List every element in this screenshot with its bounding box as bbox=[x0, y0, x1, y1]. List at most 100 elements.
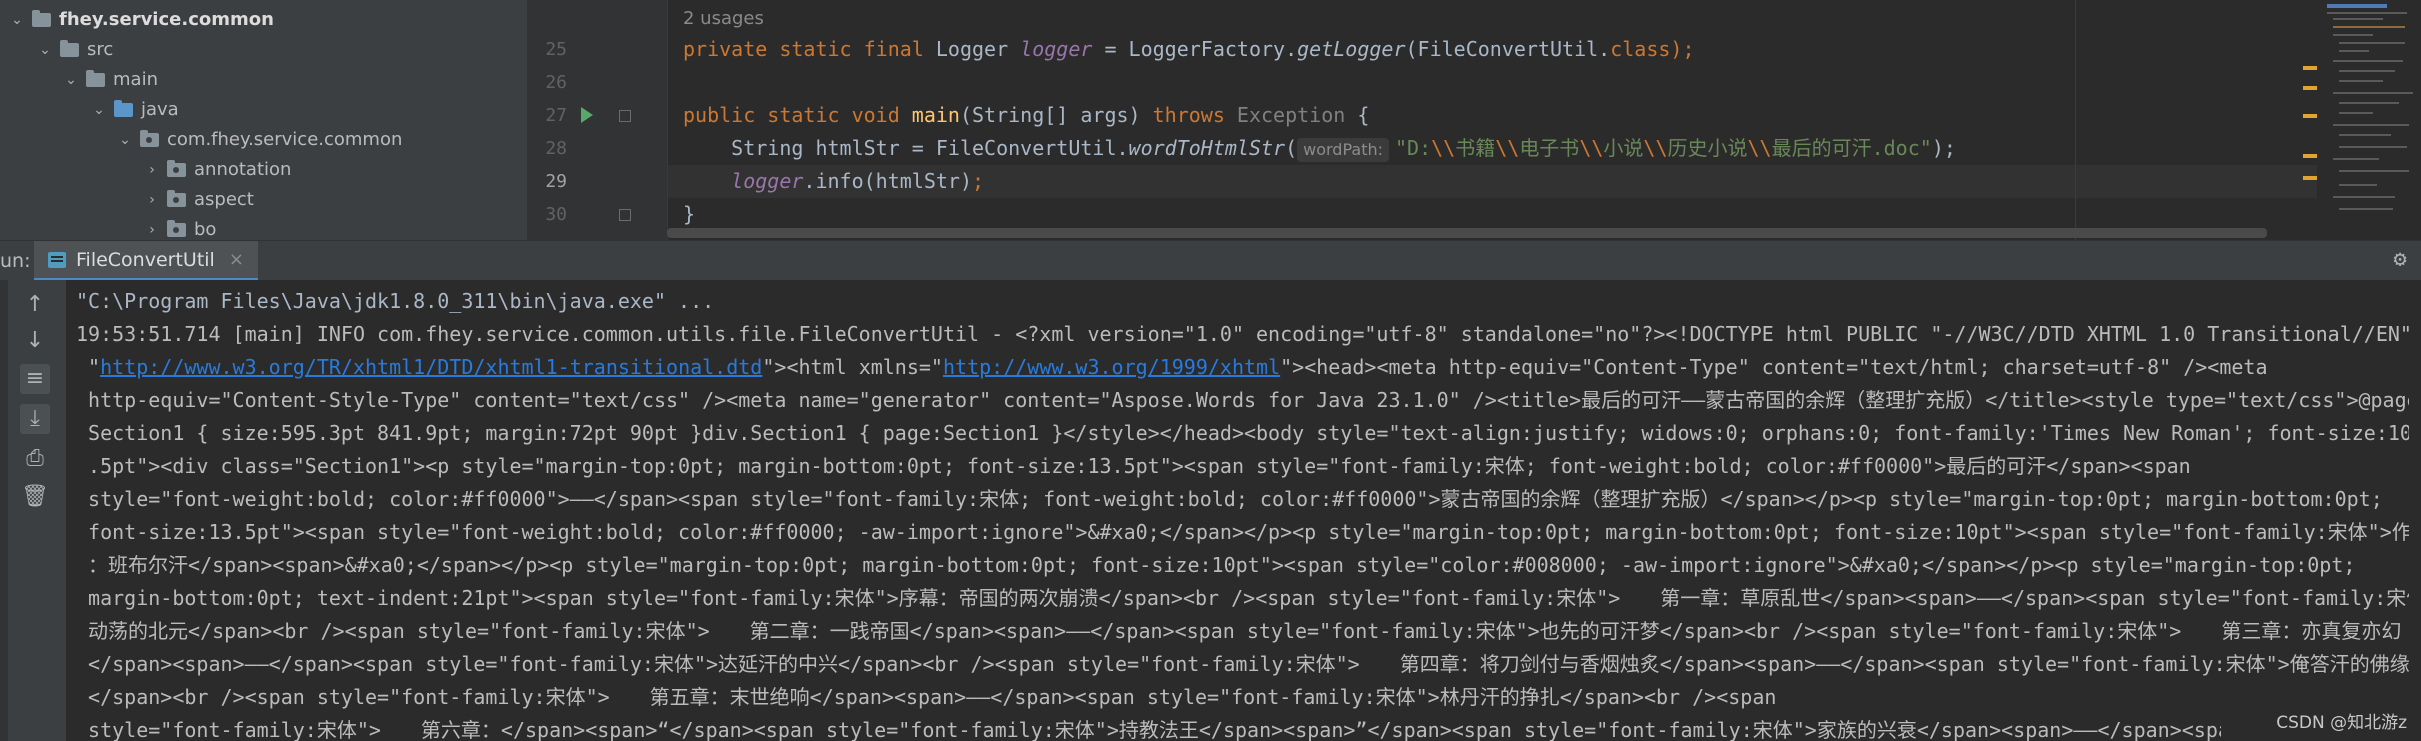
tree-item-main[interactable]: ⌄ main bbox=[62, 65, 158, 95]
tree-item-bo[interactable]: › bo bbox=[143, 215, 216, 240]
chevron-right-icon[interactable]: › bbox=[143, 155, 161, 185]
code-line-25: private static final Logger logger = Log… bbox=[683, 33, 1695, 66]
tree-item-module[interactable]: ⌄ fhey.service.common bbox=[8, 5, 274, 35]
warning-stripe[interactable] bbox=[2303, 66, 2317, 70]
console-line: margin-bottom:0pt; text-indent:21pt"><sp… bbox=[76, 586, 2409, 610]
tree-item-src[interactable]: ⌄ src bbox=[36, 35, 113, 65]
tree-item-label: java bbox=[141, 99, 179, 120]
console-line: ：班布尔汗</span><span>&#xa0;</span></p><p st… bbox=[76, 553, 2356, 577]
line-number: 27 bbox=[545, 105, 567, 126]
code-text: String htmlStr = FileConvertUtil. bbox=[731, 136, 1129, 160]
line-number: 25 bbox=[545, 39, 567, 60]
close-icon[interactable]: × bbox=[229, 249, 244, 270]
string: 小说 bbox=[1603, 136, 1644, 160]
fold-icon[interactable] bbox=[619, 209, 631, 221]
code-text: (FileConvertUtil. bbox=[1405, 37, 1611, 61]
chevron-down-icon[interactable]: ⌄ bbox=[36, 35, 54, 65]
console-line: </span><span>——</span><span style="font-… bbox=[76, 652, 2409, 676]
chevron-down-icon[interactable]: ⌄ bbox=[90, 95, 108, 125]
tree-item-java[interactable]: ⌄ java bbox=[90, 95, 179, 125]
editor-minimap[interactable] bbox=[2303, 0, 2421, 240]
code-line-28: String htmlStr = FileConvertUtil.wordToH… bbox=[683, 132, 1956, 165]
arrow-down-icon[interactable]: ↓ bbox=[20, 326, 50, 356]
code-editor[interactable]: 25 26 27 28 29 30 2 usages private stati… bbox=[527, 0, 2421, 240]
console-output[interactable]: "C:\Program Files\Java\jdk1.8.0_311\bin\… bbox=[66, 280, 2421, 741]
console-command-line: "C:\Program Files\Java\jdk1.8.0_311\bin\… bbox=[76, 289, 715, 313]
escape: \\ bbox=[1495, 136, 1520, 160]
editor-gutter[interactable]: 25 26 27 28 29 30 bbox=[527, 0, 668, 240]
chevron-down-icon[interactable]: ⌄ bbox=[8, 5, 26, 35]
run-gutter-icon[interactable] bbox=[581, 107, 593, 123]
tree-item-aspect[interactable]: › aspect bbox=[143, 185, 254, 215]
type: Exception bbox=[1236, 103, 1346, 127]
chevron-down-icon[interactable]: ⌄ bbox=[62, 65, 80, 95]
warning-stripe[interactable] bbox=[2303, 86, 2317, 90]
xhtml-link[interactable]: http://www.w3.org/1999/xhtml bbox=[943, 355, 1280, 379]
keyword: class bbox=[1610, 37, 1671, 61]
watermark: CSDN @知北游z bbox=[2276, 713, 2407, 733]
horizontal-scrollbar[interactable] bbox=[667, 228, 2267, 238]
tree-item-label: src bbox=[87, 39, 114, 60]
static-method: getLogger bbox=[1297, 37, 1406, 61]
chevron-right-icon[interactable]: › bbox=[143, 215, 161, 240]
tree-item-label: fhey.service.common bbox=[59, 9, 274, 30]
console-icon bbox=[48, 251, 66, 268]
warning-stripe[interactable] bbox=[2303, 176, 2317, 180]
string: 最后的可汗.doc" bbox=[1771, 136, 1932, 160]
escape: \\ bbox=[1431, 136, 1456, 160]
string: 书籍 bbox=[1455, 136, 1496, 160]
line-number: 30 bbox=[545, 204, 567, 225]
run-title: un: bbox=[0, 250, 31, 272]
console-line: 19:53:51.714 [main] INFO com.fhey.servic… bbox=[76, 322, 2409, 346]
console-line: Section1 { size:595.3pt 841.9pt; margin:… bbox=[76, 421, 2409, 445]
gear-icon[interactable]: ⚙ bbox=[2389, 249, 2411, 271]
method-name: main bbox=[911, 103, 960, 127]
project-tree: ⌄ fhey.service.common ⌄ src ⌄ main ⌄ jav… bbox=[0, 0, 527, 240]
string: 历史小说 bbox=[1667, 136, 1748, 160]
warning-stripe[interactable] bbox=[2303, 154, 2317, 158]
code-line-29: logger.info(htmlStr); bbox=[683, 165, 984, 198]
escape: \\ bbox=[1579, 136, 1604, 160]
code-line-30: } bbox=[683, 202, 696, 226]
tree-item-package-root[interactable]: ⌄ com.fhey.service.common bbox=[116, 125, 402, 155]
dtd-link[interactable]: http://www.w3.org/TR/xhtml1/DTD/xhtml1-t… bbox=[100, 355, 762, 379]
usages-hint[interactable]: 2 usages bbox=[683, 2, 764, 35]
chevron-right-icon[interactable]: › bbox=[143, 185, 161, 215]
tree-item-annotation[interactable]: › annotation bbox=[143, 155, 291, 185]
code-text: { bbox=[1345, 103, 1370, 127]
tab-run-configuration[interactable]: FileConvertUtil × bbox=[34, 241, 258, 281]
console-line: </span><br /><span style="font-family:宋体… bbox=[76, 685, 1777, 709]
print-icon[interactable]: ⎙ bbox=[20, 444, 50, 474]
static-method: wordToHtmlStr bbox=[1128, 136, 1286, 160]
left-tool-strip bbox=[0, 280, 8, 741]
tree-item-label: annotation bbox=[194, 159, 292, 180]
fold-icon[interactable] bbox=[619, 110, 631, 122]
console-line: style="font-weight:bold; color:#ff0000">… bbox=[76, 487, 2383, 511]
keyword: private static final bbox=[683, 37, 936, 61]
code-text: ); bbox=[1670, 37, 1695, 61]
code-text: = LoggerFactory. bbox=[1092, 37, 1298, 61]
line-number: 28 bbox=[545, 138, 567, 159]
field: logger bbox=[1020, 37, 1093, 61]
parameter-hint: wordPath: bbox=[1297, 138, 1389, 162]
console-text: "><html xmlns=" bbox=[762, 355, 943, 379]
tree-item-label: com.fhey.service.common bbox=[167, 129, 403, 150]
warning-stripe[interactable] bbox=[2303, 114, 2317, 118]
arrow-up-icon[interactable]: ↑ bbox=[20, 290, 50, 320]
code-line-27: public static void main(String[] args) t… bbox=[683, 99, 1369, 132]
package-icon bbox=[140, 130, 159, 147]
scroll-to-end-icon[interactable]: ⤓ bbox=[20, 404, 50, 434]
trash-icon[interactable]: 🗑 bbox=[20, 482, 50, 512]
soft-wrap-icon[interactable]: ≡ bbox=[20, 364, 50, 394]
chevron-down-icon[interactable]: ⌄ bbox=[116, 125, 134, 155]
field: logger bbox=[731, 169, 804, 193]
code-text: ( bbox=[1285, 136, 1298, 160]
source-root-folder-icon bbox=[114, 100, 133, 117]
folder-icon bbox=[60, 40, 79, 57]
console-line: 动荡的北元</span><br /><span style="font-fami… bbox=[76, 619, 2402, 643]
keyword: throws bbox=[1152, 103, 1237, 127]
escape: \\ bbox=[1643, 136, 1668, 160]
line-number: 29 bbox=[545, 171, 567, 192]
